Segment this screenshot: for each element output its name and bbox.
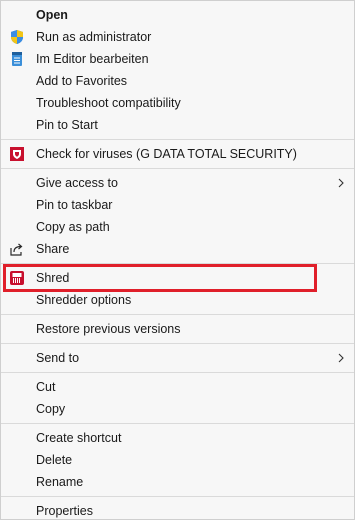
menu-item-cut[interactable]: Cut xyxy=(1,376,354,398)
menu-item-open[interactable]: Open xyxy=(1,4,354,26)
menu-item-label: Copy as path xyxy=(36,220,110,234)
menu-item-label: Properties xyxy=(36,504,93,518)
uac-shield-icon xyxy=(11,30,23,44)
menu-separator xyxy=(1,263,354,264)
menu-item-label: Add to Favorites xyxy=(36,74,128,88)
menu-item-copy[interactable]: Copy xyxy=(1,398,354,420)
menu-item-label: Send to xyxy=(36,351,80,365)
menu-item-pin-to-taskbar[interactable]: Pin to taskbar xyxy=(1,194,354,216)
menu-item-label: Copy xyxy=(36,402,66,416)
menu-item-copy-as-path[interactable]: Copy as path xyxy=(1,216,354,238)
menu-item-create-shortcut[interactable]: Create shortcut xyxy=(1,427,354,449)
menu-item-share[interactable]: Share xyxy=(1,238,354,260)
share-icon xyxy=(10,243,23,256)
menu-item-label: Troubleshoot compatibility xyxy=(36,96,181,110)
menu-item-label: Pin to Start xyxy=(36,118,98,132)
context-menu: Open Run as administrator Im Editor bear… xyxy=(0,0,355,520)
gdata-shield-icon xyxy=(10,147,24,161)
menu-item-label: Create shortcut xyxy=(36,431,122,445)
menu-separator xyxy=(1,372,354,373)
menu-item-label: Give access to xyxy=(36,176,118,190)
menu-separator xyxy=(1,423,354,424)
menu-item-label: Pin to taskbar xyxy=(36,198,113,212)
menu-item-label: Shredder options xyxy=(36,293,132,307)
menu-item-label: Share xyxy=(36,242,70,256)
menu-item-label: Shred xyxy=(36,271,70,285)
menu-separator xyxy=(1,496,354,497)
menu-item-label: Open xyxy=(36,8,68,22)
menu-item-label: Rename xyxy=(36,475,84,489)
menu-item-restore-previous-versions[interactable]: Restore previous versions xyxy=(1,318,354,340)
chevron-right-icon xyxy=(338,178,344,188)
menu-item-label: Delete xyxy=(36,453,73,467)
menu-separator xyxy=(1,314,354,315)
menu-item-send-to[interactable]: Send to xyxy=(1,347,354,369)
menu-item-label: Restore previous versions xyxy=(36,322,181,336)
menu-item-shredder-options[interactable]: Shredder options xyxy=(1,289,354,311)
menu-item-check-for-viruses[interactable]: Check for viruses (G DATA TOTAL SECURITY… xyxy=(1,143,354,165)
chevron-right-icon xyxy=(338,353,344,363)
menu-item-delete[interactable]: Delete xyxy=(1,449,354,471)
menu-separator xyxy=(1,139,354,140)
menu-item-troubleshoot-compatibility[interactable]: Troubleshoot compatibility xyxy=(1,92,354,114)
menu-item-label: Run as administrator xyxy=(36,30,152,44)
menu-item-run-as-administrator[interactable]: Run as administrator xyxy=(1,26,354,48)
menu-item-shred[interactable]: Shred xyxy=(1,267,354,289)
menu-item-properties[interactable]: Properties xyxy=(1,500,354,522)
menu-item-label: Cut xyxy=(36,380,56,394)
menu-item-label: Im Editor bearbeiten xyxy=(36,52,149,66)
notepad-icon xyxy=(12,52,22,66)
shredder-icon xyxy=(10,271,24,285)
menu-item-add-to-favorites[interactable]: Add to Favorites xyxy=(1,70,354,92)
menu-item-label: Check for viruses (G DATA TOTAL SECURITY… xyxy=(36,147,297,161)
menu-item-edit-in-editor[interactable]: Im Editor bearbeiten xyxy=(1,48,354,70)
menu-item-rename[interactable]: Rename xyxy=(1,471,354,493)
menu-item-give-access-to[interactable]: Give access to xyxy=(1,172,354,194)
menu-separator xyxy=(1,168,354,169)
menu-item-pin-to-start[interactable]: Pin to Start xyxy=(1,114,354,136)
menu-separator xyxy=(1,343,354,344)
